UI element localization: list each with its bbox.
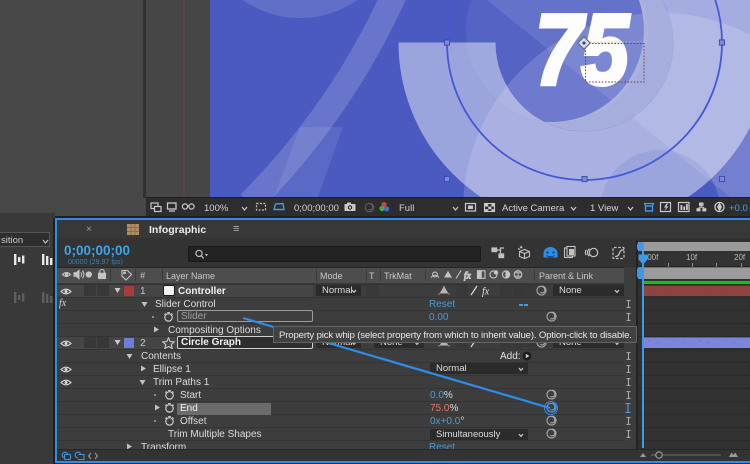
svg-text:75: 75 [535,0,630,106]
svg-text:fx: fx [482,287,490,298]
svg-text:#: # [140,271,146,281]
svg-text:fx: fx [464,271,472,282]
